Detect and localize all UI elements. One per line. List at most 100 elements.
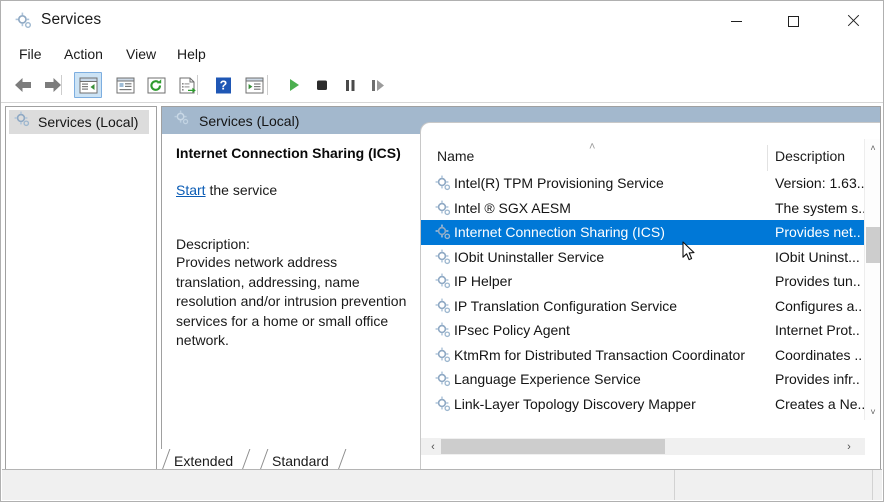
row-service-description: The system s.. [775,199,865,216]
service-gear-icon [435,200,452,217]
status-bar [2,469,882,500]
start-service-link[interactable]: Start [176,182,206,198]
menu-help[interactable]: Help [169,44,214,69]
table-row[interactable]: Language Experience Service Provides infr… [421,367,865,392]
description-label: Description: [176,236,250,252]
row-service-name: Link-Layer Topology Discovery Mapper [454,395,696,412]
row-service-description: Provides infr.. [775,371,860,388]
action-pane-icon [245,77,263,93]
toolbar-separator [61,75,62,95]
start-service-button[interactable] [280,72,308,98]
menu-bar: File Action View Help [1,41,883,69]
table-row[interactable]: Link-Layer Topology Discovery Mapper Crea… [421,392,865,417]
services-list: ˄ Name Description Intel(R) TPM Provisio… [420,122,880,470]
console-tree-pane: Services (Local) [5,106,157,471]
column-divider[interactable] [767,145,768,171]
toolbar-separator [197,75,198,95]
table-row[interactable]: IObit Uninstaller Service IObit Uninst... [421,245,865,270]
description-body: Provides network address translation, ad… [176,254,407,348]
row-service-name: IPsec Policy Agent [454,322,570,339]
services-gear-icon [14,111,31,133]
refresh-button[interactable] [142,72,170,98]
row-service-description: Configures a.. [775,297,863,314]
service-gear-icon [435,249,452,266]
menu-view[interactable]: View [118,44,164,69]
restart-icon [372,80,384,91]
table-row[interactable]: IP Translation Configuration Service Conf… [421,294,865,319]
help-button[interactable]: ? [209,72,237,98]
properties-button[interactable] [111,72,139,98]
scroll-down-icon[interactable]: ˅ [865,403,880,420]
arrow-right-icon [45,78,61,92]
close-button[interactable] [830,1,876,41]
restart-service-button[interactable] [364,72,392,98]
service-gear-icon [435,273,452,290]
service-gear-icon [435,371,452,388]
sort-ascending-icon: ˄ [589,141,596,153]
column-header-description[interactable]: Description [775,148,845,164]
properties-icon [116,77,134,93]
service-gear-icon [435,224,452,241]
row-service-name: Internet Connection Sharing (ICS) [454,224,665,241]
results-pane: Services (Local) Internet Connection Sha… [161,106,881,471]
service-gear-icon [435,347,452,364]
forward-button[interactable] [39,72,67,98]
service-gear-icon [435,396,452,413]
sidebar-item-services-local[interactable]: Services (Local) [9,110,149,134]
table-row[interactable]: IPsec Policy Agent Internet Prot.. [421,318,865,343]
minimize-button[interactable] [713,1,759,41]
close-icon [847,15,859,27]
row-service-description: Creates a Ne.. [775,395,865,412]
row-service-description: Provides net.. [775,224,861,241]
column-header-name[interactable]: Name [437,148,474,164]
back-button[interactable] [9,72,37,98]
row-service-description: IObit Uninst... [775,248,860,265]
scroll-up-icon[interactable]: ˄ [865,139,880,156]
show-hide-console-tree-button[interactable] [74,72,102,98]
menu-file[interactable]: File [11,44,50,69]
refresh-icon [147,77,165,93]
arrow-left-icon [15,78,31,92]
row-service-description: Version: 1.63... [775,175,865,192]
console-tree-icon [79,77,97,93]
row-service-name: IObit Uninstaller Service [454,248,605,265]
window-title: Services [41,11,102,28]
table-row[interactable]: IP Helper Provides tun.. [421,269,865,294]
table-row[interactable]: Intel ® SGX AESM The system s.. [421,196,865,221]
services-console-window: Services File Action View Help ? Service… [0,0,884,502]
table-row[interactable]: Internet Connection Sharing (ICS) Provide… [421,220,865,245]
services-gear-icon [15,12,33,30]
maximize-button[interactable] [770,1,816,41]
services-gear-icon [174,110,190,131]
toolbar-separator [267,75,268,95]
service-gear-icon [435,322,452,339]
minimize-icon [730,20,742,22]
table-row[interactable]: Intel(R) TPM Provisioning Service Version… [421,171,865,196]
service-gear-icon [435,298,452,315]
menu-action[interactable]: Action [56,44,111,69]
table-row[interactable]: Local Profile Assistant ServiceThis serv… [421,416,865,419]
status-cell-secondary [675,470,872,500]
title-bar: Services [1,1,883,41]
table-row[interactable]: KtmRm for Distributed Transaction Coordi… [421,343,865,368]
vertical-scroll-thumb[interactable] [866,227,880,263]
list-column-headers: ˄ Name Description [421,141,880,171]
stop-service-button[interactable] [308,72,336,98]
row-service-name: Language Experience Service [454,371,641,388]
row-service-name: IP Helper [454,273,513,290]
status-cell-main [2,470,674,500]
play-icon [290,79,299,91]
maximize-icon [787,15,799,27]
vertical-scrollbar[interactable]: ˄ ˅ [864,139,880,420]
service-detail-panel: Internet Connection Sharing (ICS) Start … [162,134,420,470]
service-action-line: Start the service [176,182,408,198]
service-action-suffix: the service [205,182,278,198]
row-service-description: Provides tun.. [775,273,861,290]
stop-square-icon [317,80,327,90]
pause-service-button[interactable] [336,72,364,98]
sidebar-item-label: Services (Local) [38,114,139,130]
show-action-pane-button[interactable] [240,72,268,98]
pause-icon [346,80,355,91]
list-rows: Intel(R) TPM Provisioning Service Version… [421,171,865,419]
row-service-description: Coordinates .. [775,346,863,363]
